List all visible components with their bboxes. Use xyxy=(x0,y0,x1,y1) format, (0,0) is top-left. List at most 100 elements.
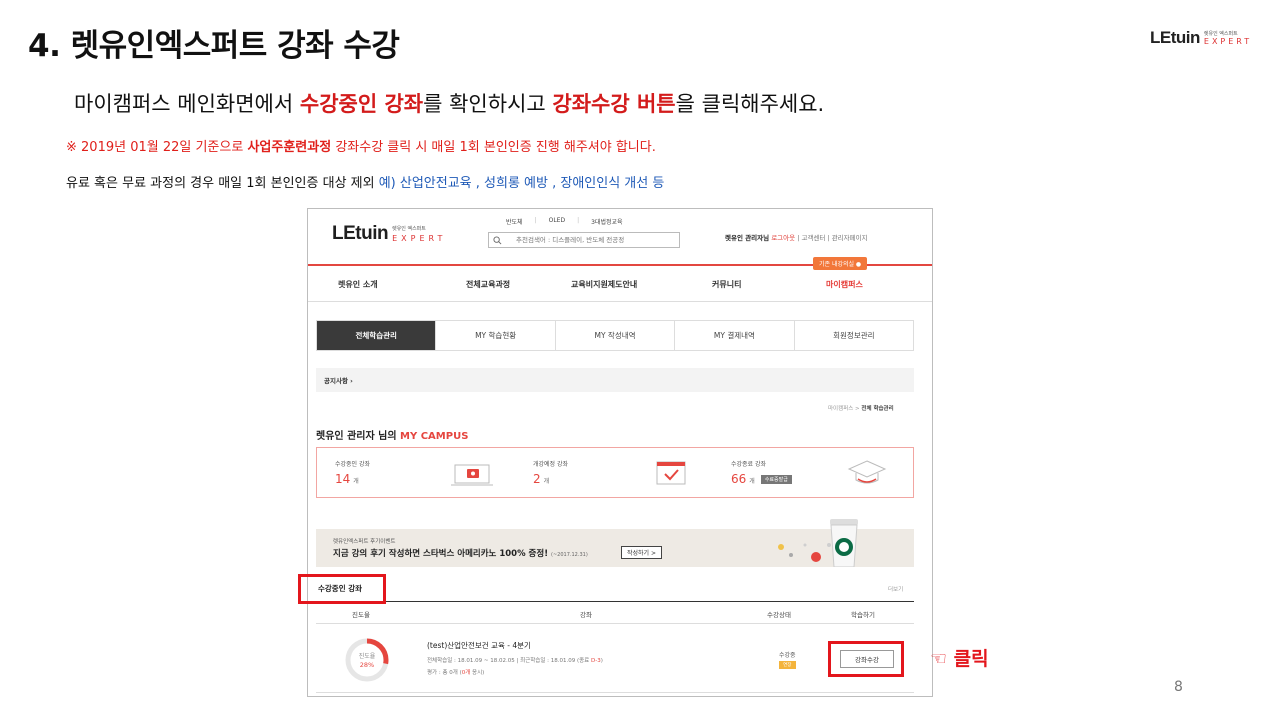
user-bar: 렛유인 관리자님 로그아웃 | 고객센터 | 관리자페이지 xyxy=(725,232,868,242)
note-examples: 예) 산업안전교육 , 성희롱 예방 , 장애인인식 개선 등 xyxy=(378,176,665,191)
course-dates: 전체학습일 : 18.01.09 ~ 18.02.05 | 최근학습일 : 18… xyxy=(427,656,603,664)
nav-divider xyxy=(308,301,932,302)
banner-write-button[interactable]: 작성하기 > xyxy=(621,546,663,559)
course-dates-text: 전체학습일 : 18.01.09 ~ 18.02.05 | 최근학습일 : 18… xyxy=(427,658,591,664)
stat-value: 66 xyxy=(731,472,747,486)
tab-my-payments[interactable]: MY 결제내역 xyxy=(675,321,795,350)
top-link-oled[interactable]: OLED xyxy=(549,217,565,226)
divider: | xyxy=(577,217,580,224)
note-part: 강좌수강 클릭 시 매일 1회 본인인증 진행 해주셔야 합니다. xyxy=(331,140,656,155)
stat-value: 14 xyxy=(335,472,351,486)
tab-my-posts[interactable]: MY 작성내역 xyxy=(556,321,676,350)
instruction-part: 를 확인하시고 xyxy=(423,92,553,116)
course-eval: 평가 : 총 0개 (0개 응시) xyxy=(427,668,484,676)
breadcrumb-current: 전체 학습관리 xyxy=(861,406,894,412)
top-link-semiconductor[interactable]: 반도체 xyxy=(506,217,523,226)
note-part: ※ 2019년 01월 22일 기준으로 xyxy=(66,140,248,155)
main-nav: 렛유인 소개 전체교육과정 교육비지원제도안내 커뮤니티 마이캠퍼스 xyxy=(308,266,932,302)
page-number: 8 xyxy=(1174,679,1183,695)
stat-label: 수강종료 강좌 xyxy=(731,461,767,468)
note-part: 유료 혹은 무료 과정의 경우 매일 1회 본인인증 대상 제외 xyxy=(66,176,379,191)
search-box[interactable] xyxy=(488,232,680,248)
instruction-text: 마이캠퍼스 메인화면에서 수강중인 강좌를 확인하시고 강좌수강 버튼을 클릭해… xyxy=(74,88,824,118)
course-row: 진도율 28% (test)산업안전보건 교육 - 4분기 전체학습일 : 18… xyxy=(316,625,914,693)
status-tag[interactable]: 연장 xyxy=(779,661,796,669)
video-lecture-icon xyxy=(451,464,493,486)
logout-link[interactable]: 로그아웃 xyxy=(771,234,795,242)
instruction-part: 마이캠퍼스 메인화면에서 xyxy=(74,92,300,116)
course-eval-text: 평가 : 총 0개 ( xyxy=(427,670,462,676)
instruction-highlight-button: 강좌수강 버튼 xyxy=(552,92,676,116)
certificate-button[interactable]: 수료증발급 xyxy=(760,475,792,484)
tab-member-info[interactable]: 회원정보관리 xyxy=(795,321,913,350)
stat-unit: 개 xyxy=(543,478,550,485)
top-links: 반도체 | OLED | 3대법정교육 xyxy=(506,217,623,226)
slide-title: 4. 렛유인엑스퍼트 강좌 수강 xyxy=(28,28,400,64)
stat-value: 2 xyxy=(533,472,541,486)
nav-item-courses[interactable]: 전체교육과정 xyxy=(466,279,510,290)
brand-logo: LEtuin 렛유인 엑스퍼트 EXPERT xyxy=(1150,28,1252,48)
course-stats-panel: 수강중인 강좌 14 개 개강예정 강좌 2개 수강종료 강좌 66 개 수료증발급 xyxy=(316,447,914,498)
status-text: 수강중 xyxy=(779,652,796,659)
progress-label: 진도율 xyxy=(359,652,376,660)
header-progress: 진도율 xyxy=(352,611,370,619)
highlight-ongoing-courses xyxy=(298,574,386,604)
site-logo-word: LEtuin xyxy=(332,223,389,244)
course-dates-end: ) xyxy=(600,658,603,664)
banner-date: (~2017.12.31) xyxy=(551,552,588,558)
note-bold: 사업주훈련과정 xyxy=(247,140,332,155)
course-dday: D-3 xyxy=(591,658,601,664)
breadcrumb-parent[interactable]: 마이캠퍼스 > xyxy=(828,406,861,412)
progress-value: 28% xyxy=(360,661,374,669)
search-icon[interactable] xyxy=(493,235,502,245)
nav-item-about[interactable]: 렛유인 소개 xyxy=(338,279,378,290)
notice-bar[interactable]: 공지사항 › xyxy=(316,368,914,392)
course-eval-end: 응시) xyxy=(470,670,485,676)
coffee-cup-icon xyxy=(830,519,858,567)
search-input[interactable] xyxy=(516,236,676,244)
campus-owner: 렛유인 관리자 님의 xyxy=(316,431,401,442)
notice-identity-verification: ※ 2019년 01월 22일 기준으로 사업주훈련과정 강좌수강 클릭 시 매… xyxy=(66,136,656,155)
course-status: 수강중연장 xyxy=(779,650,796,669)
instruction-highlight-course: 수강중인 강좌 xyxy=(299,92,424,116)
instruction-part: 을 클릭해주세요. xyxy=(675,92,825,116)
notice-exemption: 유료 혹은 무료 과정의 경우 매일 1회 본인인증 대상 제외 예) 산업안전… xyxy=(66,172,664,191)
tab-all-learning[interactable]: 전체학습관리 xyxy=(317,321,437,350)
progress-ring: 진도율 28% xyxy=(345,638,389,682)
highlight-join-button xyxy=(828,641,904,677)
nav-item-mycampus[interactable]: 마이캠퍼스 xyxy=(826,279,863,290)
header-study: 학습하기 xyxy=(851,611,875,619)
more-link[interactable]: 더보기 xyxy=(888,585,903,593)
stat-unit: 개 xyxy=(749,478,755,485)
stat-label: 수강중인 강좌 xyxy=(335,461,371,468)
graduation-cap-icon xyxy=(847,460,887,484)
top-link-legal-edu[interactable]: 3대법정교육 xyxy=(591,217,622,226)
user-links[interactable]: | 고객센터 | 관리자페이지 xyxy=(797,234,867,242)
website-screenshot: LEtuin 렛유인 엑스퍼트 EXPERT 반도체 | OLED | 3대법정… xyxy=(307,208,933,697)
site-logo-en: EXPERT xyxy=(392,234,447,243)
banner-headline: 지금 강의 후기 작성하면 스타벅스 아메리카노 100% 증정! (~2017… xyxy=(333,547,588,559)
nav-item-community[interactable]: 커뮤니티 xyxy=(712,279,741,290)
stat-finished[interactable]: 수강종료 강좌 66 개 수료증발급 xyxy=(731,459,792,486)
breadcrumb: 마이캠퍼스 > 전체 학습관리 xyxy=(828,404,894,412)
event-banner[interactable]: 렛유인엑스퍼트 후기이벤트 지금 강의 후기 작성하면 스타벅스 아메리카노 1… xyxy=(316,519,914,567)
site-logo-ko: 렛유인 엑스퍼트 xyxy=(392,226,426,232)
click-annotation: ☜ 클릭 xyxy=(930,648,989,670)
calendar-check-icon xyxy=(656,461,686,485)
brand-sub-en: EXPERT xyxy=(1203,37,1253,46)
course-title[interactable]: (test)산업안전보건 교육 - 4분기 xyxy=(427,640,531,651)
stat-ongoing[interactable]: 수강중인 강좌 14 개 xyxy=(335,459,370,486)
user-name: 렛유인 관리자님 xyxy=(725,234,770,242)
banner-kicker: 렛유인엑스퍼트 후기이벤트 xyxy=(333,539,396,545)
header-status: 수강상태 xyxy=(767,611,791,619)
course-table-header: 진도율 강좌 수강상태 학습하기 xyxy=(316,602,914,624)
stat-upcoming[interactable]: 개강예정 강좌 2개 xyxy=(533,459,568,486)
campus-label: MY CAMPUS xyxy=(400,431,469,442)
divider: | xyxy=(534,217,537,224)
brand-word: LEtuin xyxy=(1150,28,1200,47)
tab-my-progress[interactable]: MY 학습현황 xyxy=(436,321,556,350)
site-logo[interactable]: LEtuin 렛유인 엑스퍼트 EXPERT xyxy=(332,223,446,245)
mycampus-tabs: 전체학습관리 MY 학습현황 MY 작성내역 MY 결제내역 회원정보관리 xyxy=(316,320,914,351)
nav-item-support[interactable]: 교육비지원제도안내 xyxy=(571,279,637,290)
header-course: 강좌 xyxy=(580,611,592,619)
